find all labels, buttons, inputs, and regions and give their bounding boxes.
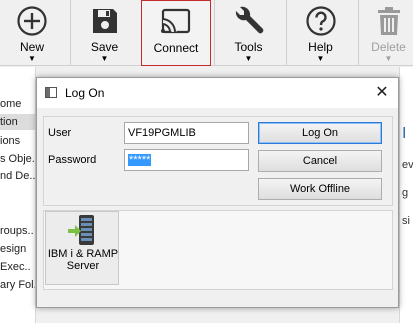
wrench-icon bbox=[232, 4, 266, 38]
chevron-down-icon[interactable]: ▼ bbox=[385, 55, 393, 63]
app-tile-label: IBM i & RAMP Server bbox=[47, 248, 119, 272]
server-icon bbox=[67, 214, 97, 246]
new-label: New bbox=[19, 40, 44, 54]
save-label: Save bbox=[90, 40, 119, 54]
right-text: si bbox=[402, 215, 410, 227]
help-button[interactable]: Help ▼ bbox=[286, 0, 354, 66]
dialog-title: Log On bbox=[65, 86, 105, 100]
new-button[interactable]: New ▼ bbox=[0, 0, 64, 66]
save-button[interactable]: Save ▼ bbox=[70, 0, 138, 66]
plus-circle-icon bbox=[15, 4, 49, 38]
chevron-down-icon[interactable]: ▼ bbox=[317, 55, 325, 63]
cancel-button[interactable]: Cancel bbox=[258, 150, 382, 172]
log-on-dialog: Log On ✕ User VF19PGMLIB Password ***** … bbox=[36, 77, 399, 308]
logon-form: User VF19PGMLIB Password ***** Log On Ca… bbox=[43, 116, 393, 206]
right-text: ev bbox=[402, 159, 413, 171]
delete-label: Delete bbox=[371, 40, 406, 54]
right-panel: I ev g si bbox=[399, 67, 413, 323]
user-label: User bbox=[48, 127, 72, 139]
navigation-tree: ome tion ions s Obje.. nd De.. roups.. e… bbox=[0, 67, 36, 323]
password-field[interactable]: ***** bbox=[124, 149, 249, 171]
tools-label: Tools bbox=[234, 40, 263, 54]
window-icon bbox=[45, 87, 57, 98]
tree-item[interactable]: tion bbox=[0, 114, 35, 130]
log-on-button[interactable]: Log On bbox=[258, 122, 382, 144]
question-circle-icon bbox=[304, 4, 338, 38]
application-list: IBM i & RAMP Server bbox=[43, 210, 393, 290]
tree-item[interactable]: ary Fol.. bbox=[0, 277, 35, 293]
tree-item[interactable]: s Obje.. bbox=[0, 151, 35, 167]
dialog-footer bbox=[43, 294, 393, 300]
right-text: I bbox=[402, 125, 407, 142]
cast-icon bbox=[159, 5, 193, 39]
dialog-title-bar[interactable]: Log On ✕ bbox=[37, 78, 398, 108]
help-label: Help bbox=[308, 40, 333, 54]
delete-button[interactable]: Delete ▼ bbox=[358, 0, 413, 66]
ribbon-toolbar: New ▼ Save ▼ Connect Tools ▼ Help ▼ Dele… bbox=[0, 0, 413, 66]
right-text: g bbox=[402, 187, 409, 199]
chevron-down-icon[interactable]: ▼ bbox=[245, 55, 253, 63]
tree-item[interactable]: esign bbox=[0, 241, 26, 257]
chevron-down-icon[interactable]: ▼ bbox=[28, 55, 36, 63]
password-value: ***** bbox=[128, 154, 152, 166]
work-offline-button[interactable]: Work Offline bbox=[258, 178, 382, 200]
tools-button[interactable]: Tools ▼ bbox=[214, 0, 282, 66]
connect-label: Connect bbox=[153, 41, 199, 55]
close-icon[interactable]: ✕ bbox=[370, 82, 394, 104]
tree-item[interactable]: Exec.. bbox=[0, 259, 31, 275]
connect-button[interactable]: Connect bbox=[141, 0, 211, 66]
tree-item[interactable]: roups.. bbox=[0, 223, 34, 239]
tree-item[interactable]: nd De.. bbox=[0, 168, 35, 184]
chevron-down-icon[interactable]: ▼ bbox=[101, 55, 109, 63]
floppy-disk-icon bbox=[88, 4, 122, 38]
trash-icon bbox=[372, 4, 406, 38]
password-label: Password bbox=[48, 154, 97, 166]
tree-item[interactable]: ions bbox=[0, 133, 20, 149]
tree-item[interactable]: ome bbox=[0, 96, 21, 112]
user-field[interactable]: VF19PGMLIB bbox=[124, 122, 249, 144]
app-tile-ibm-i-ramp-server[interactable]: IBM i & RAMP Server bbox=[45, 211, 119, 285]
